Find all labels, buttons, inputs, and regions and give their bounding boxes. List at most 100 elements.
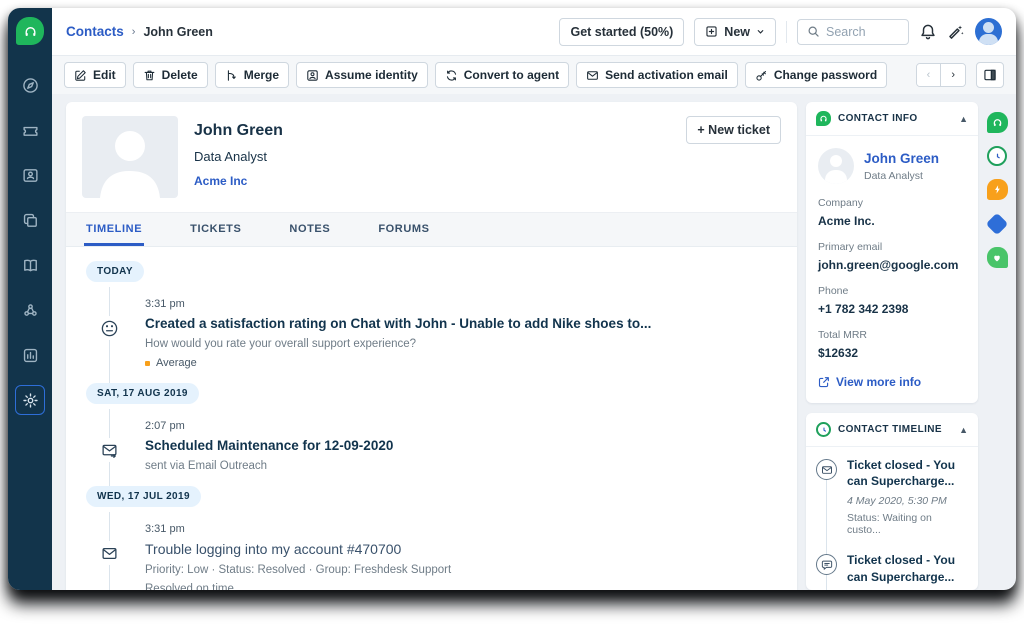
entry-meta: Priority: Low · Status: Resolved · Group… — [145, 564, 452, 576]
get-started-label: Get started (50%) — [570, 24, 674, 39]
profile-header: John Green Data Analyst Acme Inc + New t… — [66, 102, 797, 212]
bell-icon — [921, 24, 935, 39]
app-window: Contacts › John Green Get started (50%) … — [8, 8, 1016, 590]
search-input[interactable] — [826, 24, 896, 39]
freshdesk-logo-icon — [16, 17, 44, 45]
contact-company-link[interactable]: Acme Inc — [194, 174, 283, 188]
contact-timeline-header[interactable]: CONTACT TIMELINE ▲ — [806, 413, 978, 447]
sidebar-item-forums[interactable] — [15, 295, 45, 325]
chevron-up-icon[interactable]: ▲ — [959, 114, 968, 124]
sidebar-item-dashboard[interactable] — [15, 70, 45, 100]
chevron-up-icon[interactable]: ▲ — [959, 425, 968, 435]
ticket-icon — [22, 126, 38, 136]
sidebar-item-admin[interactable] — [15, 385, 45, 415]
merge-button[interactable]: Merge — [214, 62, 290, 88]
dashboard-icon — [22, 77, 38, 93]
meh-face-icon — [97, 316, 121, 340]
right-panel: CONTACT INFO ▲ John Green Data Analyst C… — [806, 102, 978, 590]
tab-notes[interactable]: NOTES — [287, 213, 332, 246]
tab-tickets[interactable]: TICKETS — [188, 213, 243, 246]
change-password-button[interactable]: Change password — [744, 62, 888, 88]
view-more-info-label: View more info — [836, 375, 922, 389]
ct-entry-title[interactable]: Ticket closed - You can Supercharge... — [847, 552, 968, 584]
sidebar-item-analytics[interactable] — [15, 340, 45, 370]
divider — [786, 20, 787, 43]
panel-collapse-icon — [984, 69, 996, 81]
user-avatar[interactable] — [975, 18, 1002, 45]
contact-info-title: CONTACT INFO — [838, 113, 918, 124]
timeline-group-jul: WED, 17 JUL 2019 3:31 pm Trouble logging… — [86, 486, 777, 590]
diamond-app-icon[interactable] — [985, 212, 1009, 235]
sidebar-item-tickets[interactable] — [15, 115, 45, 145]
timeline-entry[interactable]: 3:31 pm Trouble logging into my account … — [86, 523, 777, 590]
freshdesk-app-icon[interactable] — [986, 112, 1008, 133]
contact-timeline-entry[interactable]: Ticket closed - You can Supercharge... 4… — [816, 457, 968, 536]
notifications-button[interactable] — [919, 23, 937, 41]
freshdesk-logo[interactable] — [8, 8, 52, 54]
contact-info-name-link[interactable]: John Green — [864, 151, 939, 166]
contact-detail-card: John Green Data Analyst Acme Inc + New t… — [66, 102, 797, 590]
bolt-app-icon[interactable] — [986, 179, 1008, 200]
contact-toolbar: Edit Delete Merge Assume identity Conver… — [52, 56, 1016, 94]
delete-label: Delete — [161, 68, 198, 82]
sidebar-item-companies[interactable] — [15, 205, 45, 235]
timeline-date-pill: TODAY — [86, 261, 144, 282]
breadcrumb-contacts[interactable]: Contacts — [66, 24, 124, 39]
entry-subtitle: sent via Email Outreach — [145, 460, 268, 472]
search-icon — [808, 26, 819, 37]
entry-title[interactable]: Created a satisfaction rating on Chat wi… — [145, 316, 651, 331]
ct-entry-title[interactable]: Ticket closed - You can Supercharge... — [847, 457, 968, 489]
rating-label: Average — [156, 357, 197, 369]
shield-app-icon[interactable] — [986, 247, 1008, 268]
timeline-date-pill: WED, 17 JUL 2019 — [86, 486, 201, 507]
contact-timeline-app-icon[interactable] — [987, 146, 1007, 166]
contact-timeline-title: CONTACT TIMELINE — [838, 424, 942, 435]
entry-title[interactable]: Scheduled Maintenance for 12-09-2020 — [145, 438, 393, 453]
view-more-info-link[interactable]: View more info — [818, 375, 966, 389]
sidebar-item-contacts[interactable] — [15, 160, 45, 190]
tab-timeline[interactable]: TIMELINE — [84, 213, 145, 246]
timeline-entry[interactable]: 2:07 pm Scheduled Maintenance for 12-09-… — [86, 420, 777, 472]
field-value: john.green@google.com — [818, 258, 959, 272]
community-icon — [23, 303, 37, 316]
contact-info-header[interactable]: CONTACT INFO ▲ — [806, 102, 978, 136]
get-started-button[interactable]: Get started (50%) — [559, 17, 685, 46]
entry-time: 3:31 pm — [145, 298, 185, 310]
assume-identity-label: Assume identity — [325, 68, 418, 82]
field-value: Acme Inc. — [818, 214, 875, 228]
rating-dot-icon — [145, 360, 150, 366]
next-record-button[interactable]: › — [940, 64, 965, 86]
convert-to-agent-button[interactable]: Convert to agent — [434, 62, 570, 88]
trash-icon — [144, 70, 155, 80]
new-button[interactable]: New — [694, 17, 776, 46]
delete-button[interactable]: Delete — [132, 62, 208, 88]
assume-identity-button[interactable]: Assume identity — [296, 62, 428, 88]
entry-title-link[interactable]: Trouble logging into my account #470700 — [145, 541, 451, 557]
send-activation-email-label: Send activation email — [605, 68, 728, 82]
search-box[interactable] — [797, 18, 909, 45]
entry-question: How would you rate your overall support … — [145, 338, 417, 350]
timeline-date-pill: SAT, 17 AUG 2019 — [86, 383, 199, 404]
contact-job-title: Data Analyst — [194, 149, 267, 164]
chevron-down-icon — [757, 30, 764, 34]
change-password-label: Change password — [773, 68, 878, 82]
contact-timeline-entry[interactable]: Ticket closed - You can Supercharge... 4… — [816, 552, 968, 590]
field-label: Primary email — [818, 241, 883, 253]
freddy-ai-button[interactable] — [947, 23, 965, 41]
sidebar-item-solutions[interactable] — [15, 250, 45, 280]
tab-forums[interactable]: FORUMS — [376, 213, 431, 246]
convert-to-agent-label: Convert to agent — [463, 68, 560, 82]
content-area: John Green Data Analyst Acme Inc + New t… — [52, 94, 1016, 590]
contact-info-card: CONTACT INFO ▲ John Green Data Analyst C… — [806, 102, 978, 403]
timeline-entry[interactable]: 3:31 pm Created a satisfaction rating on… — [86, 298, 777, 369]
send-activation-email-button[interactable]: Send activation email — [576, 62, 738, 88]
new-ticket-button[interactable]: + New ticket — [686, 116, 781, 144]
freshdesk-app-icon — [816, 111, 831, 126]
chat-bubble-icon — [816, 554, 837, 576]
edit-button[interactable]: Edit — [64, 62, 126, 88]
tab-bar: TIMELINE TICKETS NOTES FORUMS — [66, 212, 797, 247]
top-bar: Contacts › John Green Get started (50%) … — [52, 8, 1016, 56]
new-button-label: New — [724, 24, 750, 39]
collapse-panel-button[interactable] — [976, 62, 1004, 88]
prev-record-button[interactable]: ‹ — [916, 64, 941, 86]
